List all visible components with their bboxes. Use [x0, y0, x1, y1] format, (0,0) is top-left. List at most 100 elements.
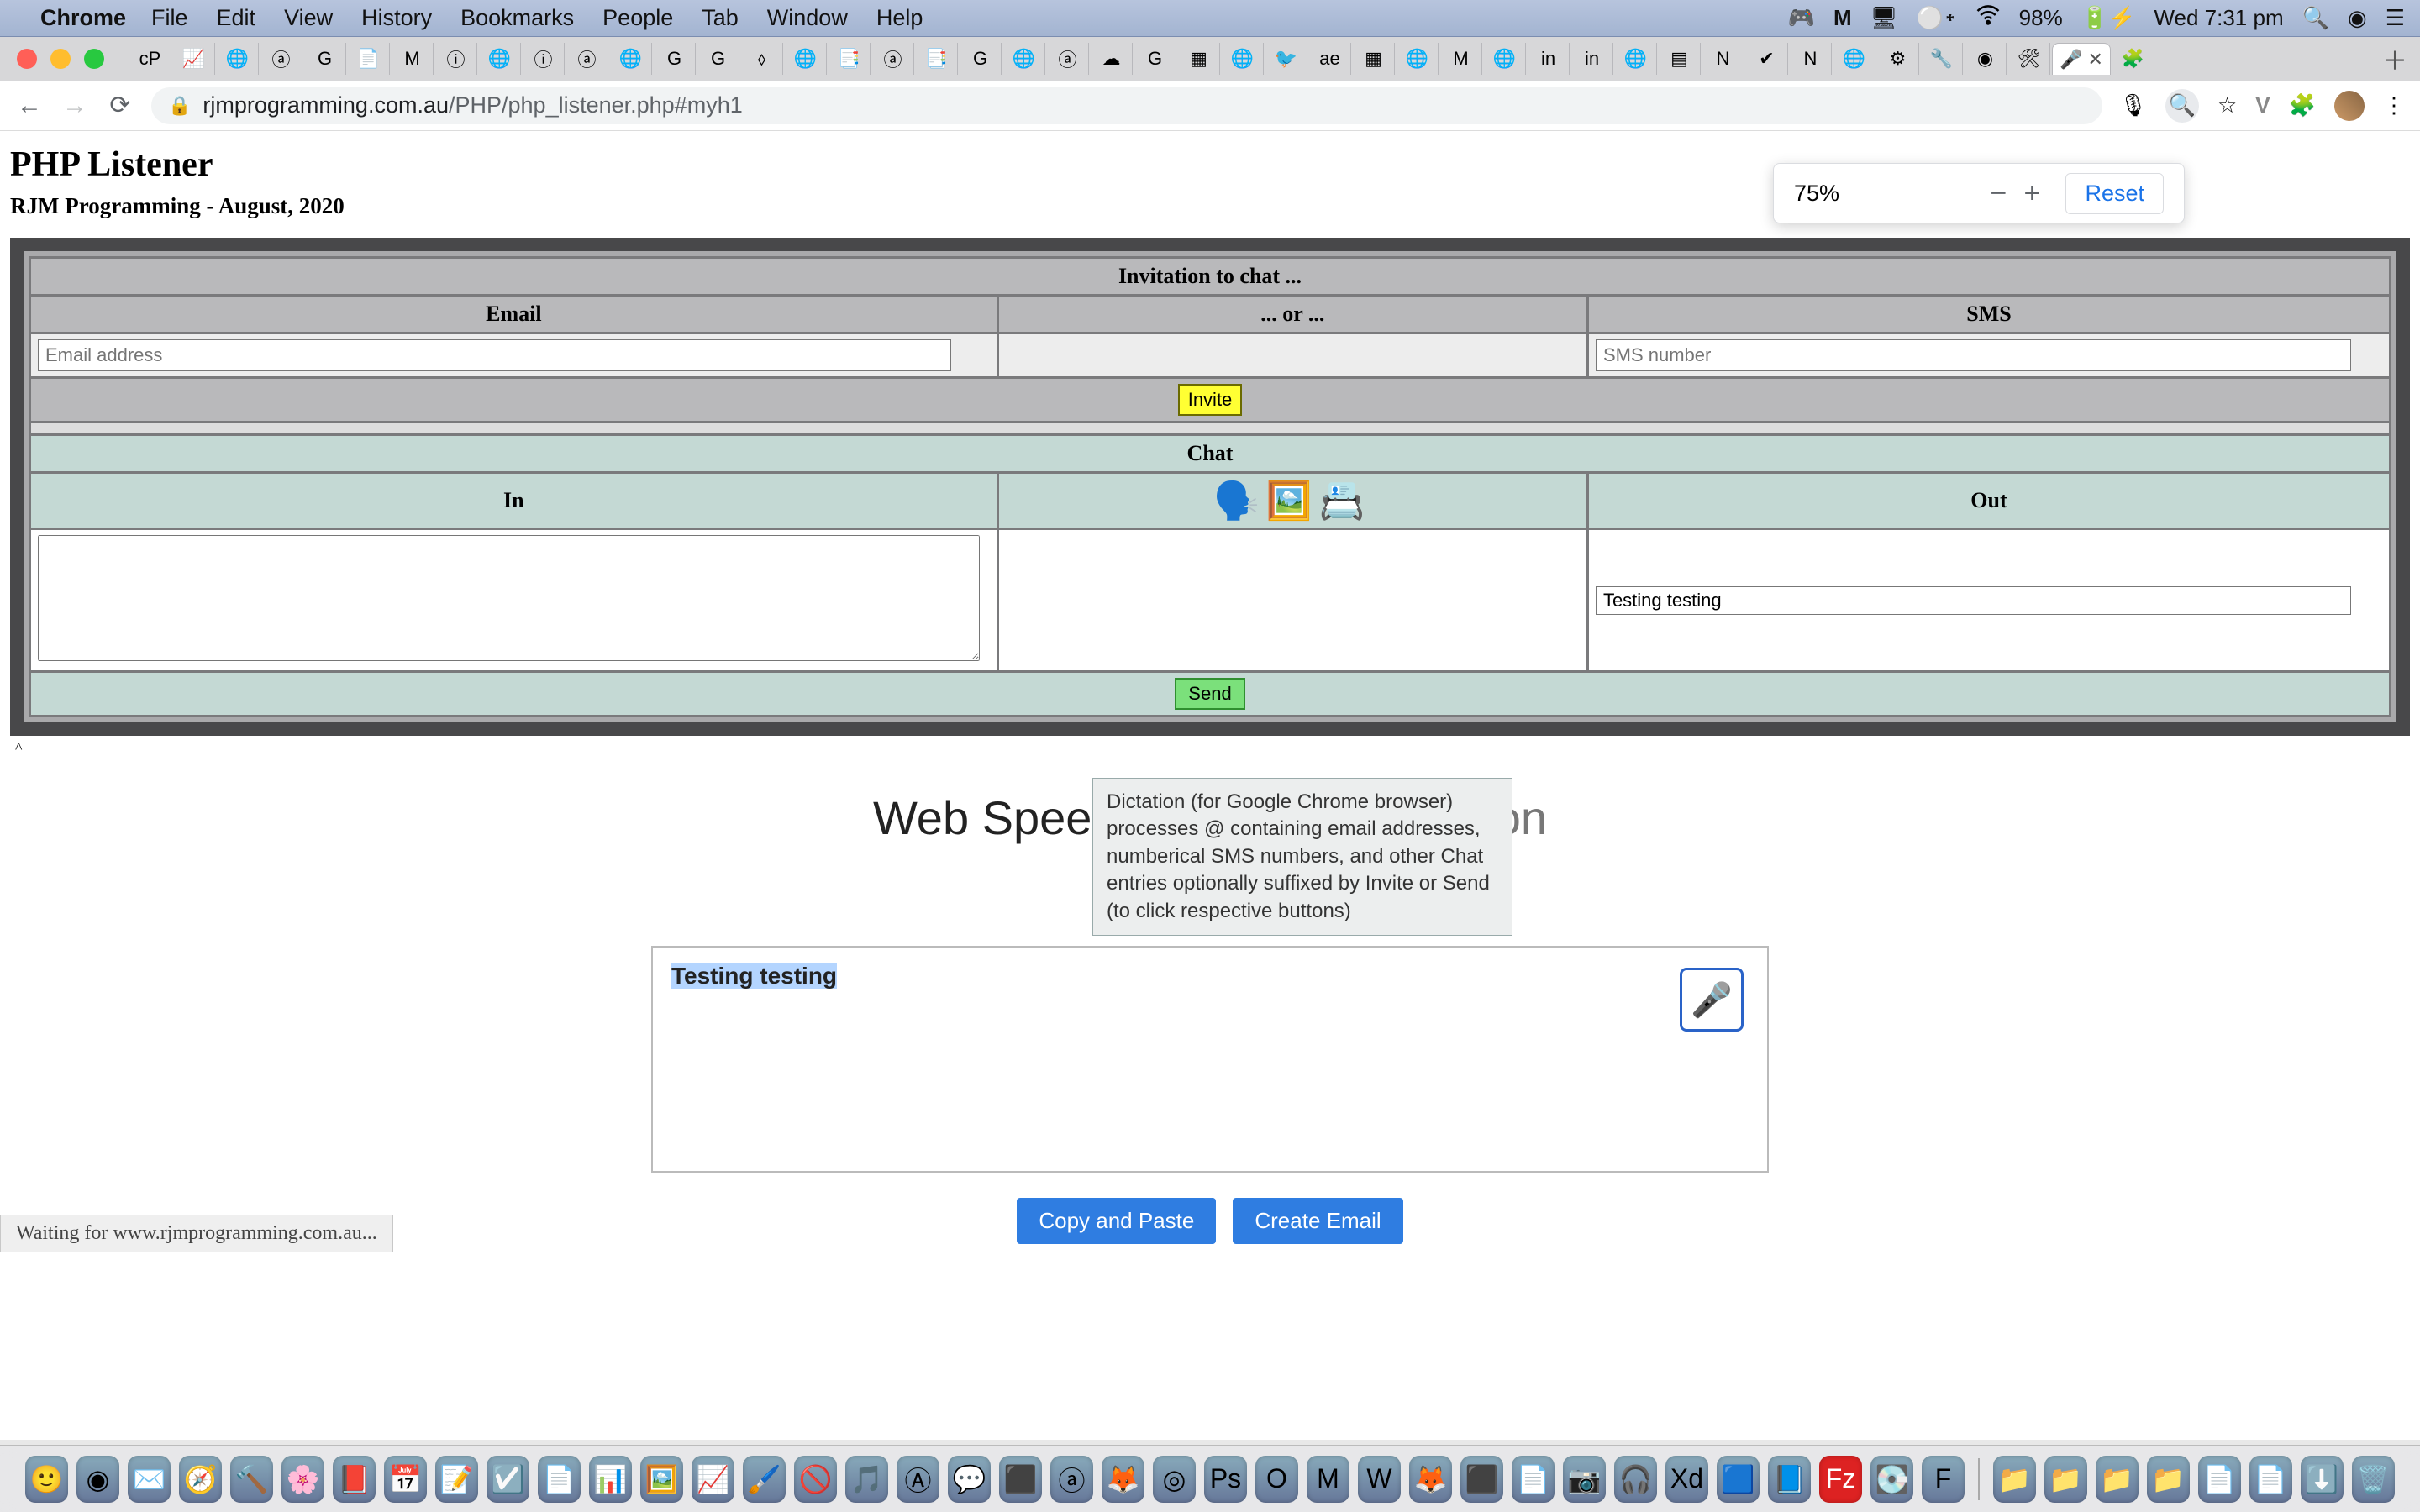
dock-downloads-icon[interactable]: ⬇️: [2301, 1456, 2344, 1503]
menu-tab[interactable]: Tab: [702, 5, 739, 31]
tab-item[interactable]: ⚙: [1877, 43, 1919, 75]
dock-trash-icon[interactable]: 🗑️: [2352, 1456, 2395, 1503]
tab-item[interactable]: G: [697, 43, 739, 75]
window-minimize-button[interactable]: [50, 49, 71, 69]
dock-vscode-icon[interactable]: 🟦: [1717, 1456, 1760, 1503]
m-icon[interactable]: M: [1833, 5, 1852, 31]
tab-item[interactable]: in: [1528, 43, 1570, 75]
menu-view[interactable]: View: [284, 5, 333, 31]
dock-mail-icon[interactable]: ✉️: [128, 1456, 171, 1503]
dock-chrome-icon[interactable]: ◎: [1153, 1456, 1196, 1503]
sms-input[interactable]: [1596, 339, 2351, 371]
tab-close-icon[interactable]: ✕: [2087, 49, 2102, 71]
dock-xcode-icon[interactable]: 🔨: [230, 1456, 273, 1503]
forward-button[interactable]: →: [60, 92, 89, 120]
dock-reminders-icon[interactable]: ☑️: [487, 1456, 529, 1503]
control-center-icon[interactable]: ☰: [2386, 5, 2405, 31]
tab-item[interactable]: ✔: [1746, 43, 1788, 75]
dock-terminal2-icon[interactable]: ⬛: [1460, 1456, 1503, 1503]
create-email-button[interactable]: Create Email: [1233, 1198, 1402, 1244]
tab-item[interactable]: 🌐: [1615, 43, 1657, 75]
siri-icon[interactable]: ◉: [2348, 5, 2367, 31]
invite-button[interactable]: Invite: [1178, 384, 1243, 416]
tab-item[interactable]: 🌐: [217, 43, 259, 75]
tab-item[interactable]: 🔧: [1921, 43, 1963, 75]
dock-disk-icon[interactable]: 💽: [1870, 1456, 1913, 1503]
dock-audacity-icon[interactable]: 🎧: [1614, 1456, 1657, 1503]
new-tab-button[interactable]: ＋: [2378, 40, 2412, 77]
dock-contacts-icon[interactable]: 📕: [333, 1456, 376, 1503]
tab-item[interactable]: G: [960, 43, 1002, 75]
menu-window[interactable]: Window: [767, 5, 848, 31]
tab-item[interactable]: 🌐: [610, 43, 652, 75]
dock-folder3-icon[interactable]: 📁: [2096, 1456, 2139, 1503]
tab-item[interactable]: 🌐: [1003, 43, 1045, 75]
dock-amazon-icon[interactable]: ⓐ: [1050, 1456, 1093, 1503]
back-button[interactable]: ←: [15, 92, 44, 120]
dock-finder-icon[interactable]: 🙂: [25, 1456, 68, 1503]
dock-keynote-icon[interactable]: 📊: [589, 1456, 632, 1503]
window-zoom-button[interactable]: [84, 49, 104, 69]
tab-item[interactable]: M: [1440, 43, 1482, 75]
dock-opera-icon[interactable]: O: [1255, 1456, 1298, 1503]
dock-music-icon[interactable]: 🎵: [845, 1456, 888, 1503]
tab-item[interactable]: ⓐ: [260, 43, 302, 75]
tab-item[interactable]: N: [1702, 43, 1744, 75]
tab-item[interactable]: ⓘ: [523, 43, 565, 75]
dock-appstore-icon[interactable]: Ⓐ: [897, 1456, 939, 1503]
menu-edit[interactable]: Edit: [217, 5, 256, 31]
wifi-icon[interactable]: [1975, 3, 2001, 34]
chrome-menu-icon[interactable]: ⋮: [2383, 92, 2405, 118]
extensions-icon[interactable]: 🧩: [2289, 92, 2316, 118]
dock-firefox-icon[interactable]: 🦊: [1102, 1456, 1144, 1503]
tab-item[interactable]: 🌐: [1833, 43, 1876, 75]
dock-calendar-icon[interactable]: 📅: [384, 1456, 427, 1503]
dock-textedit-icon[interactable]: 📄: [1512, 1456, 1555, 1503]
dock-paintbrush-icon[interactable]: 🖌️: [743, 1456, 786, 1503]
menu-people[interactable]: People: [602, 5, 673, 31]
dock-preview-icon[interactable]: 🖼️: [640, 1456, 683, 1503]
tab-item[interactable]: ▦: [1178, 43, 1220, 75]
tab-item[interactable]: 📈: [173, 43, 215, 75]
dock-messages-icon[interactable]: 💬: [948, 1456, 991, 1503]
tab-item[interactable]: ⓐ: [1047, 43, 1089, 75]
menu-file[interactable]: File: [151, 5, 188, 31]
dock-f-icon[interactable]: F: [1922, 1456, 1965, 1503]
tab-item[interactable]: in: [1571, 43, 1613, 75]
dock-folder-icon[interactable]: 📁: [1993, 1456, 2036, 1503]
dock-folder2-icon[interactable]: 📁: [2044, 1456, 2087, 1503]
battery-icon[interactable]: 🔋⚡: [2081, 5, 2136, 31]
tab-item[interactable]: ⬨: [741, 43, 783, 75]
dock-finder2-icon[interactable]: 📘: [1768, 1456, 1811, 1503]
tab-item[interactable]: ⓘ: [435, 43, 477, 75]
tab-item[interactable]: 🌐: [1484, 43, 1526, 75]
tab-item[interactable]: G: [304, 43, 346, 75]
window-close-button[interactable]: [17, 49, 37, 69]
dock-notes-icon[interactable]: 📝: [435, 1456, 478, 1503]
tab-item[interactable]: 🌐: [785, 43, 827, 75]
dock-m-icon[interactable]: M: [1307, 1456, 1349, 1503]
email-input[interactable]: [38, 339, 951, 371]
tab-item[interactable]: cP: [129, 43, 171, 75]
tab-item[interactable]: 🌐: [479, 43, 521, 75]
joystick-icon[interactable]: 🎮: [1788, 5, 1815, 31]
dock-siri-icon[interactable]: ◉: [76, 1456, 119, 1503]
tab-item[interactable]: 🐦: [1265, 43, 1307, 75]
tab-item[interactable]: 🌐: [1222, 43, 1264, 75]
menu-help[interactable]: Help: [876, 5, 923, 31]
spotlight-icon[interactable]: 🔍: [2302, 5, 2329, 31]
tab-item[interactable]: ⓐ: [872, 43, 914, 75]
omnibox[interactable]: 🔒 rjmprogramming.com.au/PHP/php_listener…: [151, 87, 2102, 124]
reload-button[interactable]: ⟳: [106, 92, 134, 120]
tab-item[interactable]: 🧩: [2112, 43, 2154, 75]
dock-doc-icon[interactable]: 📄: [2198, 1456, 2241, 1503]
dock-gimp-icon[interactable]: 🦊: [1409, 1456, 1452, 1503]
tab-item[interactable]: M: [392, 43, 434, 75]
chat-out-input[interactable]: [1596, 586, 2351, 615]
dock-xd-icon[interactable]: Xd: [1665, 1456, 1708, 1503]
dock-doc2-icon[interactable]: 📄: [2249, 1456, 2292, 1503]
display-icon[interactable]: 🖥: [1870, 5, 1898, 31]
chat-in-textarea[interactable]: [38, 535, 980, 661]
speech-result-box[interactable]: Testing testing 🎤: [651, 946, 1769, 1173]
send-button[interactable]: Send: [1175, 678, 1244, 710]
